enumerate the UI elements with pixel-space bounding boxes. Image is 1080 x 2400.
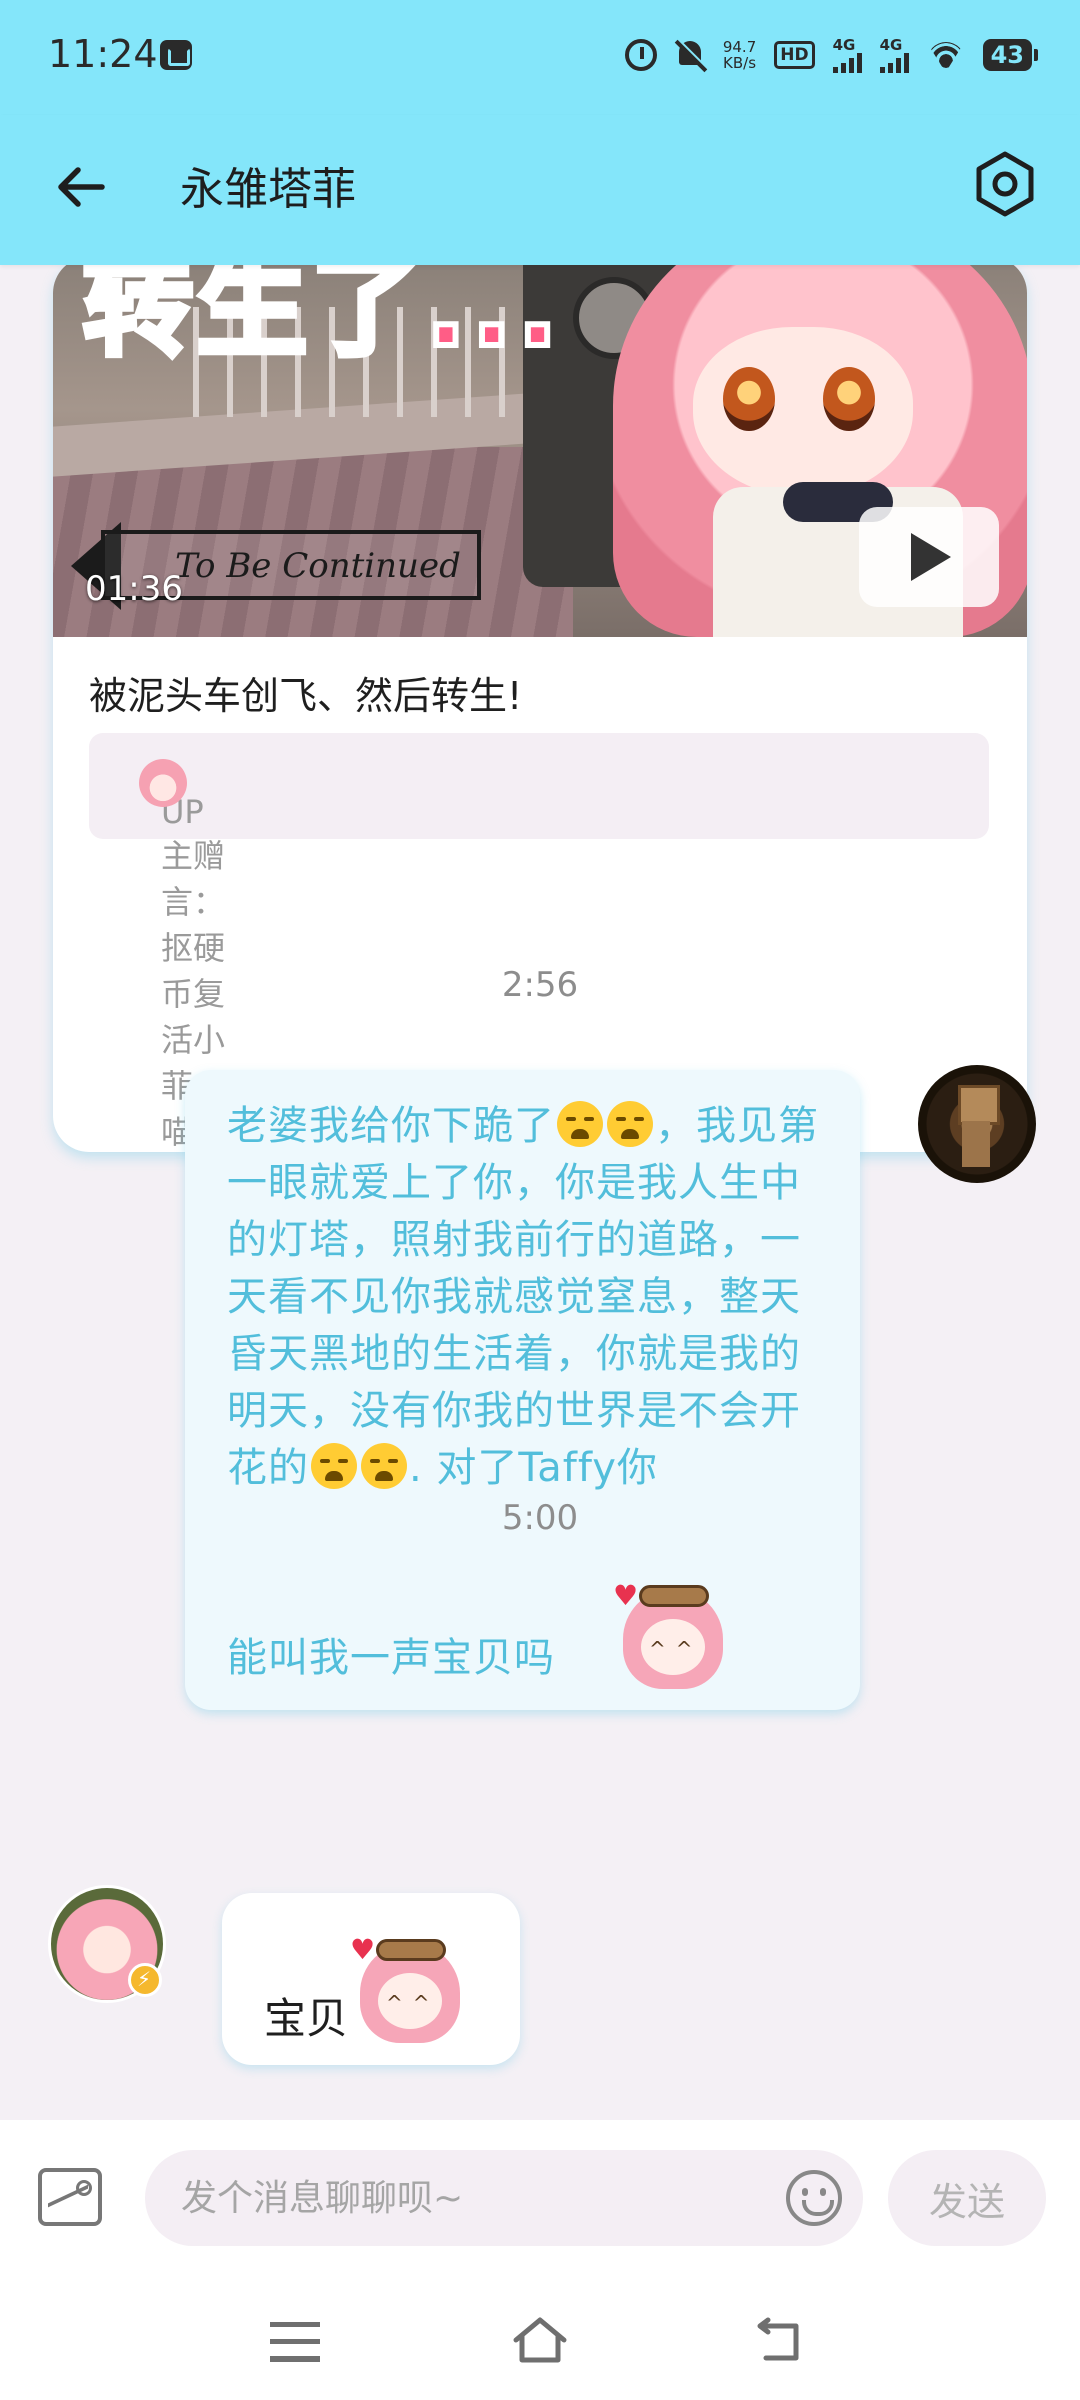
hd-voice-icon: HD — [774, 41, 815, 69]
system-navigation-bar — [0, 2280, 1080, 2400]
video-thumbnail[interactable]: 转生了... To Be Continued 01:36 — [53, 265, 1027, 637]
signal-sim2-icon: 4G — [879, 35, 909, 73]
crying-emoji-icon — [361, 1443, 407, 1489]
video-share-card[interactable]: 转生了... To Be Continued 01:36 被泥头车创飞、然后转生… — [53, 265, 1027, 1152]
uploader-note: UP主赠言：抠硬币复活小菲喵! — [89, 733, 989, 1151]
status-time: 11:24 — [48, 32, 158, 76]
chat-header: 永雏塔菲 — [0, 115, 1080, 265]
message-timestamp: 5:00 — [501, 1498, 579, 1538]
message-input[interactable] — [145, 2150, 863, 2246]
status-bar: 11:24 94.7 KB/s HD 4G 4G 43 — [0, 0, 1080, 115]
crying-emoji-icon — [607, 1101, 653, 1147]
image-icon[interactable] — [38, 2168, 102, 2226]
send-button[interactable]: 发送 — [888, 2150, 1046, 2246]
message-timestamp: 2:56 — [501, 965, 579, 1005]
settings-button[interactable] — [970, 149, 1040, 219]
chat-messages[interactable]: 转生了... To Be Continued 01:36 被泥头车创飞、然后转生… — [0, 265, 1080, 2120]
verified-badge-icon — [128, 1963, 162, 1997]
app-notification-icon — [160, 40, 192, 70]
battery-indicator: 43 — [982, 39, 1039, 71]
video-duration: 01:36 — [85, 569, 183, 609]
back-nav-icon[interactable] — [752, 2316, 808, 2364]
my-message-text: 老婆我给你下跪了 ，我见第一眼就爱上了你，你是我人生中的灯塔，照射我前行的道路，一… — [227, 1101, 819, 1491]
chat-title: 永雏塔菲 — [180, 164, 356, 215]
alarm-icon — [624, 39, 657, 71]
home-icon[interactable] — [510, 2312, 570, 2368]
taffy-sticker-icon: ♥ ^^ — [613, 1575, 733, 1695]
play-icon[interactable] — [859, 507, 999, 607]
arrow-left-icon — [58, 167, 105, 207]
sim1-label: 4G — [832, 35, 856, 54]
hexagon-settings-icon — [976, 151, 1034, 217]
message-input-bar: 发送 — [0, 2120, 1080, 2280]
wifi-icon — [927, 40, 965, 70]
my-avatar[interactable] — [918, 1065, 1036, 1183]
menu-icon[interactable] — [270, 2322, 320, 2362]
network-speed-unit: KB/s — [723, 54, 757, 72]
my-message-bubble[interactable]: 老婆我给你下跪了 ，我见第一眼就爱上了你，你是我人生中的灯塔，照射我前行的道路，一… — [185, 1070, 860, 1710]
my-message-last-line: 能叫我一声宝贝吗 — [227, 1635, 555, 1681]
crying-emoji-icon — [311, 1443, 357, 1489]
video-title[interactable]: 被泥头车创飞、然后转生! — [89, 665, 522, 720]
signal-sim1-icon: 4G — [832, 35, 862, 73]
status-icons: 94.7 KB/s HD 4G 4G 43 — [624, 30, 1039, 80]
crying-emoji-icon — [557, 1101, 603, 1147]
contact-message-text: 宝贝 — [264, 1994, 349, 2043]
back-button[interactable] — [50, 157, 110, 217]
smiley-icon[interactable] — [786, 2170, 842, 2226]
mute-bell-icon — [675, 39, 705, 71]
network-speed: 94.7 KB/s — [723, 39, 756, 71]
sticker-icon — [139, 759, 187, 807]
thumbnail-caption: 转生了... — [80, 265, 563, 374]
sim2-label: 4G — [879, 35, 903, 54]
contact-message-bubble[interactable]: 宝贝 ♥ ^^ — [222, 1893, 520, 2065]
taffy-sticker-icon: ♥ ^^ — [350, 1929, 470, 2049]
